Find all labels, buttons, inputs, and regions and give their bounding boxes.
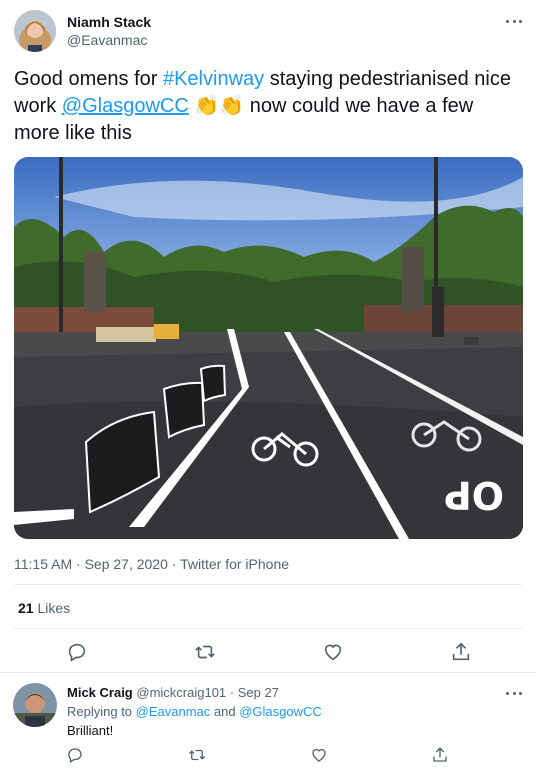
reply-icon[interactable] <box>66 641 88 663</box>
likes-count[interactable]: 21 Likes <box>18 600 70 616</box>
share-icon[interactable] <box>450 641 472 663</box>
tweet-meta: 11:15 AM · Sep 27, 2020 · Twitter for iP… <box>14 556 290 572</box>
divider <box>14 584 522 585</box>
tweet-date[interactable]: Sep 27, 2020 <box>85 556 168 572</box>
tweet-source[interactable]: Twitter for iPhone <box>180 556 289 572</box>
svg-text:OP: OP <box>444 473 504 517</box>
reply-date[interactable]: Sep 27 <box>238 685 279 700</box>
more-icon[interactable] <box>506 688 522 698</box>
mention-link[interactable]: @GlasgowCC <box>62 95 189 117</box>
tweet-photo[interactable]: OP <box>14 157 523 539</box>
author-avatar[interactable] <box>14 10 56 52</box>
likes-label: Likes <box>37 600 71 616</box>
like-icon[interactable] <box>322 641 344 663</box>
reply-text: Brilliant! <box>67 723 114 738</box>
divider <box>14 628 522 629</box>
replying-to: Replying to @Eavanmac and @GlasgowCC <box>67 704 322 719</box>
clap-emoji: 👏👏 <box>194 95 245 117</box>
share-icon[interactable] <box>431 746 449 764</box>
replying-to-prefix: Replying to <box>67 704 136 719</box>
reply-header: Mick Craig @mickcraig101 · Sep 27 <box>67 685 279 700</box>
replying-to-user-1[interactable]: @Eavanmac <box>136 704 211 719</box>
divider <box>0 672 536 673</box>
likes-number: 21 <box>18 600 34 616</box>
reply-author-avatar[interactable] <box>13 683 57 727</box>
reply-author-handle[interactable]: @mickcraig101 <box>136 685 226 700</box>
replying-to-user-2[interactable]: @GlasgowCC <box>239 704 322 719</box>
replying-to-and: and <box>210 704 240 719</box>
author-handle[interactable]: @Eavanmac <box>67 32 147 48</box>
author-name[interactable]: Niamh Stack <box>67 14 151 30</box>
reply-icon[interactable] <box>66 746 84 764</box>
hashtag-link[interactable]: #Kelvinway <box>163 68 264 90</box>
retweet-icon[interactable] <box>194 641 216 663</box>
like-icon[interactable] <box>310 746 328 764</box>
tweet-text-part: Good omens for <box>14 68 163 90</box>
reply-author-name[interactable]: Mick Craig <box>67 685 133 700</box>
more-icon[interactable] <box>506 16 522 26</box>
tweet-time[interactable]: 11:15 AM <box>14 556 72 572</box>
retweet-icon[interactable] <box>188 746 206 764</box>
tweet-text: Good omens for #Kelvinway staying pedest… <box>14 66 514 147</box>
